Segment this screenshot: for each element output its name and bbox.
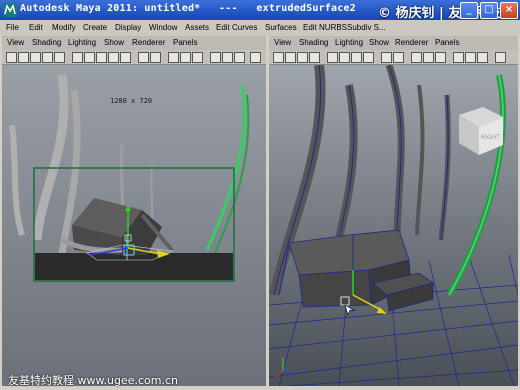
shadows-icon[interactable] xyxy=(234,52,245,63)
close-button[interactable]: × xyxy=(500,2,518,19)
menu-assets[interactable]: Assets xyxy=(185,23,209,32)
left-viewport-panel: View Shading Lighting Show Renderer Pane… xyxy=(2,36,266,386)
use-all-lights-icon[interactable] xyxy=(222,52,233,63)
bookmark-icon[interactable] xyxy=(297,52,308,63)
film-gate-icon[interactable] xyxy=(339,52,350,63)
left-menu-shading[interactable]: Shading xyxy=(32,38,61,47)
wireframe-icon[interactable] xyxy=(168,52,179,63)
two-d-pan-icon[interactable] xyxy=(54,52,65,63)
menu-subdiv-surfaces[interactable]: Subdiv S... xyxy=(347,23,386,32)
left-menu-renderer[interactable]: Renderer xyxy=(132,38,165,47)
menu-display[interactable]: Display xyxy=(115,23,141,32)
view-cube-right-label: RIGHT xyxy=(481,134,500,141)
watermark-bottom: 友基特约教程 www.ugee.com.cn xyxy=(8,374,178,387)
resolution-gate-icon[interactable] xyxy=(351,52,362,63)
safe-title-icon[interactable] xyxy=(150,52,161,63)
camera-attributes-icon[interactable] xyxy=(285,52,296,63)
resolution-gate-label: 1280 x 720 xyxy=(110,97,152,105)
left-menu-show[interactable]: Show xyxy=(104,38,124,47)
smooth-shade-icon[interactable] xyxy=(180,52,191,63)
window-title: Autodesk Maya 2011: untitled* --- extrud… xyxy=(20,3,356,14)
wireframe-on-shaded-icon[interactable] xyxy=(192,52,203,63)
bookmark-icon[interactable] xyxy=(30,52,41,63)
left-panel-toolbar xyxy=(2,50,266,65)
image-plane-icon[interactable] xyxy=(309,52,320,63)
wireframe-on-shaded-icon[interactable] xyxy=(435,52,446,63)
menu-surfaces[interactable]: Surfaces xyxy=(265,23,297,32)
gate-mask-icon[interactable] xyxy=(108,52,119,63)
grid-icon[interactable] xyxy=(327,52,338,63)
menu-edit[interactable]: Edit xyxy=(29,23,43,32)
isolate-select-icon[interactable] xyxy=(495,52,506,63)
camera-attributes-icon[interactable] xyxy=(18,52,29,63)
maya-app-icon xyxy=(3,3,17,17)
menu-modify[interactable]: Modify xyxy=(52,23,76,32)
image-plane-icon[interactable] xyxy=(42,52,53,63)
shadows-icon[interactable] xyxy=(477,52,488,63)
maximize-button[interactable]: □ xyxy=(480,2,498,19)
select-camera-icon[interactable] xyxy=(273,52,284,63)
isolate-select-icon[interactable] xyxy=(250,52,261,63)
select-camera-icon[interactable] xyxy=(6,52,17,63)
field-chart-icon[interactable] xyxy=(120,52,131,63)
safe-title-icon[interactable] xyxy=(393,52,404,63)
right-viewport[interactable]: RIGHT xyxy=(269,65,518,386)
left-menu-lighting[interactable]: Lighting xyxy=(68,38,96,47)
safe-action-icon[interactable] xyxy=(381,52,392,63)
minimize-button[interactable]: _ xyxy=(460,2,478,19)
menu-file[interactable]: File xyxy=(6,23,19,32)
grid-icon[interactable] xyxy=(72,52,83,63)
textured-icon[interactable] xyxy=(453,52,464,63)
left-viewport[interactable]: 1280 x 720 xyxy=(2,65,266,386)
film-gate-icon[interactable] xyxy=(84,52,95,63)
menu-window[interactable]: Window xyxy=(149,23,177,32)
textured-icon[interactable] xyxy=(210,52,221,63)
right-menu-shading[interactable]: Shading xyxy=(299,38,328,47)
menu-create[interactable]: Create xyxy=(83,23,107,32)
use-all-lights-icon[interactable] xyxy=(465,52,476,63)
right-menu-panels[interactable]: Panels xyxy=(435,38,459,47)
menu-edit-nurbs[interactable]: Edit NURBS xyxy=(303,23,347,32)
title-bar: Autodesk Maya 2011: untitled* --- extrud… xyxy=(0,0,520,21)
right-menu-lighting[interactable]: Lighting xyxy=(335,38,363,47)
right-panel-toolbar xyxy=(269,50,518,65)
right-menu-view[interactable]: View xyxy=(274,38,291,47)
main-menubar: File Edit Modify Create Display Window A… xyxy=(0,20,520,36)
right-menu-renderer[interactable]: Renderer xyxy=(395,38,428,47)
wireframe-icon[interactable] xyxy=(411,52,422,63)
menu-edit-curves[interactable]: Edit Curves xyxy=(216,23,257,32)
smooth-shade-icon[interactable] xyxy=(423,52,434,63)
resolution-gate-icon[interactable] xyxy=(96,52,107,63)
gate-mask-icon[interactable] xyxy=(363,52,374,63)
left-menu-panels[interactable]: Panels xyxy=(173,38,197,47)
safe-action-icon[interactable] xyxy=(138,52,149,63)
right-menu-show[interactable]: Show xyxy=(369,38,389,47)
left-menu-view[interactable]: View xyxy=(7,38,24,47)
right-viewport-panel: View Shading Lighting Show Renderer Pane… xyxy=(269,36,518,386)
